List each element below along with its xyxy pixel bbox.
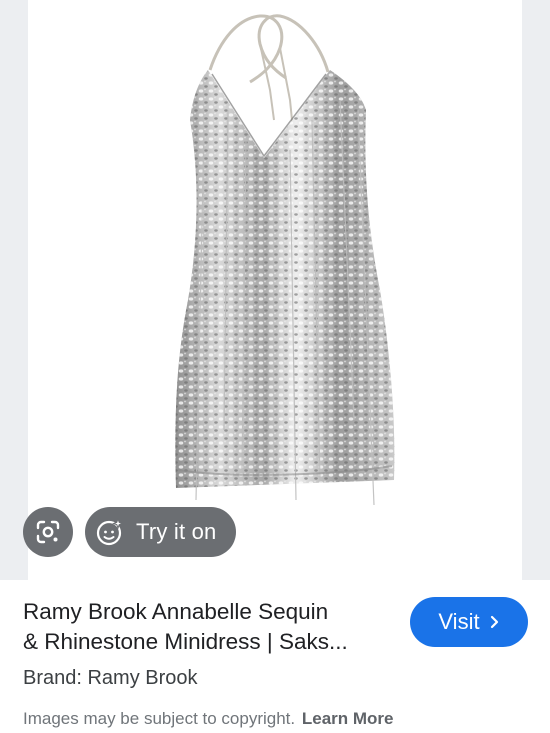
sequin-dress-illustration [175, 14, 395, 506]
visit-label: Visit [438, 609, 480, 634]
product-image-area [0, 0, 550, 580]
google-lens-icon [35, 519, 61, 545]
copyright-notice: Images may be subject to copyright. Lear… [23, 709, 394, 729]
visit-button[interactable]: Visit [410, 597, 528, 647]
copyright-text: Images may be subject to copyright. [23, 709, 296, 728]
chevron-right-icon [490, 615, 500, 629]
try-it-on-button[interactable]: Try it on [85, 507, 236, 557]
brand-text: Brand: Ramy Brook [23, 667, 198, 689]
learn-more-link[interactable]: Learn More [302, 709, 394, 728]
try-it-on-label: Try it on [136, 519, 217, 544]
product-title-line-1: Ramy Brook Annabelle Sequin [23, 599, 329, 624]
product-title-line-2: & Rhinestone Minidress | Saks... [23, 629, 348, 654]
try-on-face-icon [95, 517, 125, 547]
product-title[interactable]: Ramy Brook Annabelle Sequin & Rhinestone… [23, 597, 393, 657]
google-lens-button[interactable] [23, 507, 73, 557]
product-image[interactable] [28, 0, 522, 580]
